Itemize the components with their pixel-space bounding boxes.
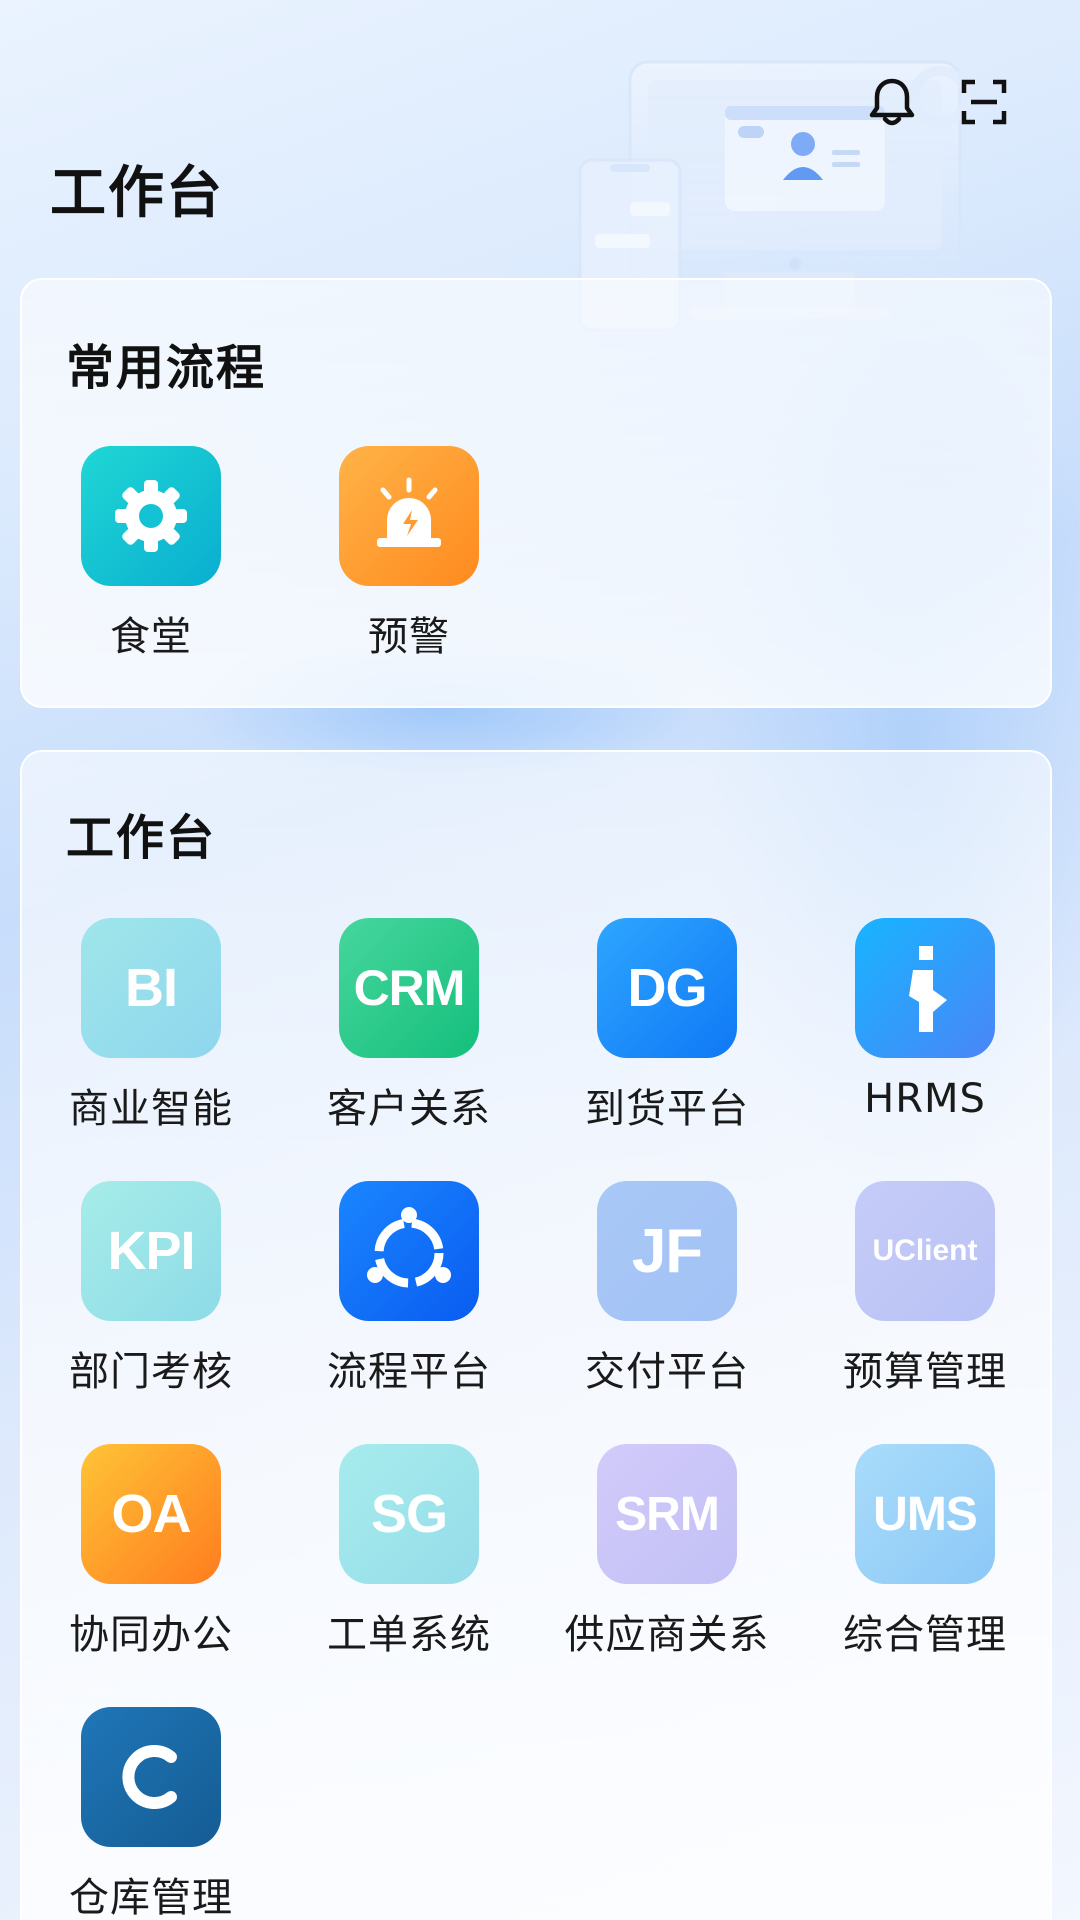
app-flow-platform[interactable]: 流程平台 bbox=[280, 1181, 538, 1444]
app-uclient[interactable]: UClient 预算管理 bbox=[796, 1181, 1054, 1444]
app-alert[interactable]: 预警 bbox=[280, 446, 538, 709]
app-oa[interactable]: OA 协同办公 bbox=[22, 1444, 280, 1707]
app-bi[interactable]: BI 商业智能 bbox=[22, 918, 280, 1181]
app-canteen[interactable]: 食堂 bbox=[22, 446, 280, 709]
gear-icon bbox=[81, 446, 221, 586]
alarm-icon bbox=[339, 446, 479, 586]
common-grid: 食堂 预警 bbox=[22, 446, 1054, 709]
bi-icon: BI bbox=[81, 918, 221, 1058]
uclient-icon: UClient bbox=[855, 1181, 995, 1321]
flow-ring-icon bbox=[339, 1181, 479, 1321]
app-label: 综合管理 bbox=[843, 1612, 1007, 1658]
app-warehouse[interactable]: 仓库管理 bbox=[22, 1707, 280, 1920]
app-label: 协同办公 bbox=[69, 1612, 233, 1658]
srm-icon: SRM bbox=[597, 1444, 737, 1584]
workbench-card: 工作台 BI 商业智能 CRM 客户关系 DG 到货平台 HRMS KPI 部门… bbox=[20, 750, 1052, 1920]
section-title: 常用流程 bbox=[66, 340, 267, 396]
ums-icon: UMS bbox=[855, 1444, 995, 1584]
app-label: 交付平台 bbox=[585, 1349, 749, 1395]
app-label: 流程平台 bbox=[327, 1349, 491, 1395]
app-hrms[interactable]: HRMS bbox=[796, 918, 1054, 1181]
common-processes-card: 常用流程 食堂 预警 bbox=[20, 278, 1052, 708]
app-label: 部门考核 bbox=[69, 1349, 233, 1395]
app-crm[interactable]: CRM 客户关系 bbox=[280, 918, 538, 1181]
workbench-grid: BI 商业智能 CRM 客户关系 DG 到货平台 HRMS KPI 部门考核 流… bbox=[22, 918, 1054, 1920]
kpi-icon: KPI bbox=[81, 1181, 221, 1321]
app-srm[interactable]: SRM 供应商关系 bbox=[538, 1444, 796, 1707]
warehouse-logo-icon bbox=[81, 1707, 221, 1847]
dg-icon: DG bbox=[597, 918, 737, 1058]
oa-icon: OA bbox=[81, 1444, 221, 1584]
app-jf[interactable]: JF 交付平台 bbox=[538, 1181, 796, 1444]
app-label: 商业智能 bbox=[69, 1086, 233, 1132]
app-label: 预算管理 bbox=[843, 1349, 1007, 1395]
app-label: 食堂 bbox=[110, 614, 192, 660]
app-label: 预警 bbox=[368, 614, 450, 660]
header-actions bbox=[866, 76, 1010, 128]
app-kpi[interactable]: KPI 部门考核 bbox=[22, 1181, 280, 1444]
app-label: 供应商关系 bbox=[564, 1612, 770, 1658]
section-title: 工作台 bbox=[66, 810, 217, 866]
app-ums[interactable]: UMS 综合管理 bbox=[796, 1444, 1054, 1707]
page-title: 工作台 bbox=[50, 161, 224, 226]
app-label: HRMS bbox=[864, 1076, 986, 1122]
app-label: 仓库管理 bbox=[69, 1875, 233, 1920]
crm-icon: CRM bbox=[339, 918, 479, 1058]
app-sg[interactable]: SG 工单系统 bbox=[280, 1444, 538, 1707]
jf-icon: JF bbox=[597, 1181, 737, 1321]
app-label: 到货平台 bbox=[585, 1086, 749, 1132]
bell-icon[interactable] bbox=[866, 76, 918, 128]
app-dg[interactable]: DG 到货平台 bbox=[538, 918, 796, 1181]
app-label: 客户关系 bbox=[327, 1086, 491, 1132]
app-label: 工单系统 bbox=[327, 1612, 491, 1658]
hrms-logo-icon bbox=[855, 918, 995, 1058]
scan-icon[interactable] bbox=[958, 76, 1010, 128]
sg-icon: SG bbox=[339, 1444, 479, 1584]
